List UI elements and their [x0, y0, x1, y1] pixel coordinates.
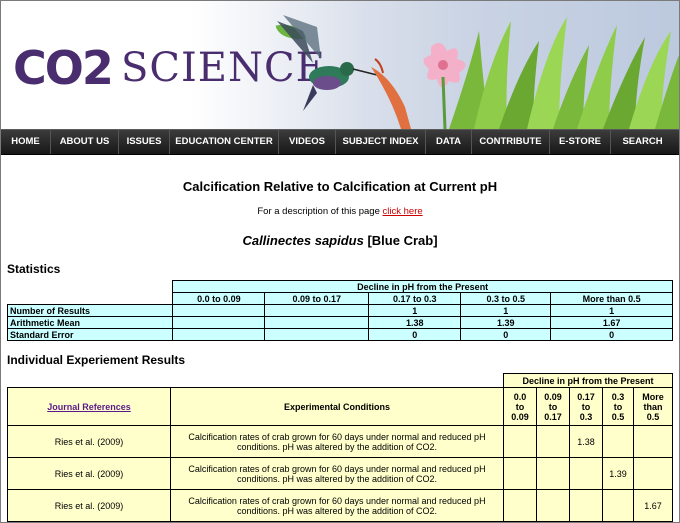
- experiment-value: [602, 425, 634, 458]
- experiment-conditions: Calcification rates of crab grown for 60…: [170, 489, 504, 522]
- nav-data[interactable]: DATA: [426, 130, 472, 154]
- experiments-table: Decline in pH from the Present Journal R…: [7, 373, 673, 522]
- description-link[interactable]: click here: [383, 206, 423, 217]
- grass-image: [449, 17, 679, 129]
- page-frame: CO2 SCIENCE HOME ABOUT US ISSUES EDUCATI…: [0, 0, 680, 523]
- experiment-row: Ries et al. (2009) Calcification rates o…: [7, 489, 673, 522]
- experiment-value: [503, 457, 537, 490]
- stats-col-header: 0.3 to 0.5: [460, 292, 552, 305]
- experiments-heading: Individual Experiement Results: [7, 353, 186, 367]
- experiment-conditions: Calcification rates of crab grown for 60…: [170, 457, 504, 490]
- journal-references-header: Journal References: [7, 387, 171, 426]
- stats-cell: [264, 304, 370, 317]
- stats-cell: [264, 328, 370, 341]
- experiment-value: 1.67: [633, 489, 673, 522]
- stats-cell: 1.38: [368, 316, 462, 329]
- nav-education-center[interactable]: EDUCATION CENTER: [170, 130, 279, 154]
- experiment-value: [536, 457, 570, 490]
- experiment-reference: Ries et al. (2009): [7, 457, 171, 490]
- journal-references-link[interactable]: Journal References: [47, 402, 131, 412]
- experiment-value: [503, 489, 537, 522]
- experiment-value: [503, 425, 537, 458]
- experiment-row: Ries et al. (2009) Calcification rates o…: [7, 425, 673, 458]
- stats-cell: 1: [460, 304, 552, 317]
- experiment-row: Ries et al. (2009) Calcification rates o…: [7, 457, 673, 490]
- experimental-conditions-header: Experimental Conditions: [170, 387, 504, 426]
- stats-col-header: 0.17 to 0.3: [368, 292, 462, 305]
- experiment-reference: Ries et al. (2009): [7, 489, 171, 522]
- stats-cell: 0: [460, 328, 552, 341]
- stats-cell: [172, 304, 266, 317]
- stats-cell: [172, 316, 266, 329]
- site-banner: CO2 SCIENCE: [1, 1, 679, 129]
- stats-cell: 1: [368, 304, 462, 317]
- species-scientific-name: Callinectes sapidus: [242, 233, 364, 248]
- stats-cell: 0: [550, 328, 673, 341]
- nav-e-store[interactable]: E-STORE: [550, 130, 611, 154]
- experiment-reference: Ries et al. (2009): [7, 425, 171, 458]
- nav-issues[interactable]: ISSUES: [119, 130, 170, 154]
- exp-col-header: 0.09 to 0.17: [536, 387, 570, 426]
- experiment-value: [536, 425, 570, 458]
- stats-col-header: 0.0 to 0.09: [172, 292, 266, 305]
- stats-cell: 1.67: [550, 316, 673, 329]
- stats-col-header: More than 0.5: [550, 292, 673, 305]
- stats-cell: 1: [550, 304, 673, 317]
- stats-row-label: Number of Results: [6, 304, 174, 317]
- experiment-conditions: Calcification rates of crab grown for 60…: [170, 425, 504, 458]
- logo-co2-text: CO2: [13, 41, 114, 95]
- stats-cell: 0: [368, 328, 462, 341]
- nav-videos[interactable]: VIDEOS: [279, 130, 336, 154]
- exp-col-header: 0.17 to 0.3: [569, 387, 603, 426]
- experiment-value: [602, 489, 634, 522]
- experiment-value: 1.38: [569, 425, 603, 458]
- nav-search[interactable]: SEARCH: [611, 130, 674, 154]
- experiment-value: [569, 457, 603, 490]
- experiment-value: [569, 489, 603, 522]
- main-nav: HOME ABOUT US ISSUES EDUCATION CENTER VI…: [1, 129, 679, 155]
- stats-row-label: Standard Error: [6, 328, 174, 341]
- stats-col-header: 0.09 to 0.17: [264, 292, 370, 305]
- stats-row: Arithmetic Mean 1.38 1.39 1.67: [6, 316, 673, 329]
- experiment-value: [633, 425, 673, 458]
- species-common-name: [Blue Crab]: [367, 233, 438, 248]
- stats-cell: [264, 316, 370, 329]
- species-title: Callinectes sapidus [Blue Crab]: [7, 233, 673, 248]
- exp-col-header: More than 0.5: [633, 387, 673, 426]
- experiment-value: [633, 457, 673, 490]
- stats-group-header: Decline in pH from the Present: [172, 280, 673, 293]
- page-title: Calcification Relative to Calcification …: [182, 179, 498, 194]
- statistics-heading: Statistics: [7, 262, 61, 276]
- nav-subject-index[interactable]: SUBJECT INDEX: [336, 130, 426, 154]
- nav-contribute[interactable]: CONTRIBUTE: [472, 130, 550, 154]
- stats-row: Number of Results 1 1 1: [6, 304, 673, 317]
- nav-home[interactable]: HOME: [1, 130, 51, 154]
- stats-row: Standard Error 0 0 0: [6, 328, 673, 341]
- exp-group-header: Decline in pH from the Present: [503, 373, 673, 388]
- exp-col-header: 0.0 to 0.09: [503, 387, 537, 426]
- experiment-value: 1.39: [602, 457, 634, 490]
- nav-about-us[interactable]: ABOUT US: [51, 130, 119, 154]
- stats-cell: 1.39: [460, 316, 552, 329]
- exp-col-header: 0.3 to 0.5: [602, 387, 634, 426]
- main-content: Calcification Relative to Calcification …: [1, 179, 679, 522]
- stats-cell: [172, 328, 266, 341]
- experiment-value: [536, 489, 570, 522]
- page-description: For a description of this page click her…: [257, 206, 423, 217]
- stats-row-label: Arithmetic Mean: [6, 316, 174, 329]
- statistics-table: Decline in pH from the Present 0.0 to 0.…: [6, 280, 673, 341]
